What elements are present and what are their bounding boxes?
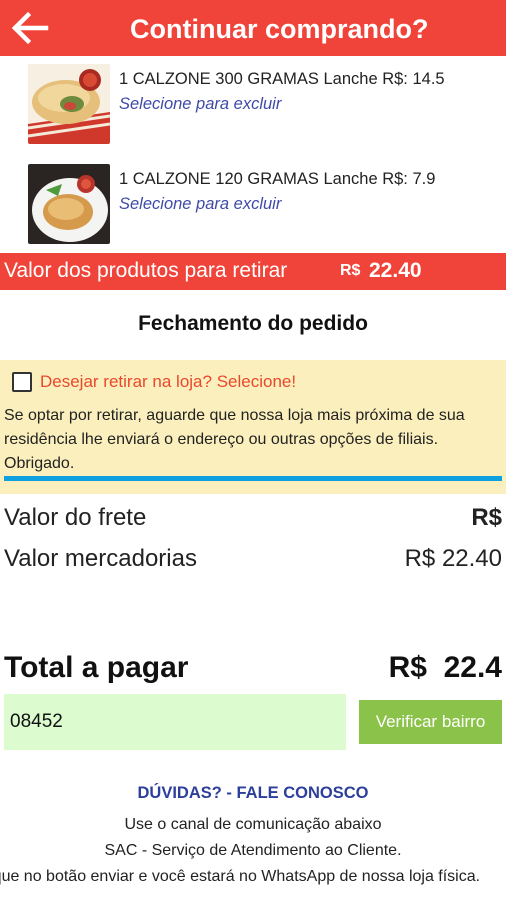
help-line: DÚVIDAS? - FALE CONOSCO xyxy=(0,784,506,808)
arrow-left-icon xyxy=(11,11,49,45)
goods-label: Valor mercadorias xyxy=(4,545,197,572)
remove-item-link[interactable]: Selecione para excluir xyxy=(119,95,281,114)
calzone-120g-photo xyxy=(28,164,110,244)
verify-neighborhood-button[interactable]: Verificar bairro xyxy=(359,700,502,744)
footer: DÚVIDAS? - FALE CONOSCO Use o canal de c… xyxy=(0,784,506,886)
pickup-info-text: Se optar por retirar, aguarde que nossa … xyxy=(4,407,465,472)
products-total-value: 22.40 xyxy=(369,259,422,282)
footer-line-3-wrap: Clique no botão enviar e você estará no … xyxy=(0,868,506,886)
products-total-label: Valor dos produtos para retirar xyxy=(4,259,288,282)
pickup-panel: Desejar retirar na loja? Selecione! Se o… xyxy=(0,360,506,494)
products-total-banner: Valor dos produtos para retirar R$ 22.40 xyxy=(0,253,506,290)
calzone-300g-photo xyxy=(28,64,110,144)
contact-link[interactable]: FALE CONOSCO xyxy=(237,784,369,802)
remove-item-link[interactable]: Selecione para excluir xyxy=(119,195,281,214)
page-title: Continuar comprando? xyxy=(130,14,429,44)
doubts-link[interactable]: DÚVIDAS? xyxy=(137,784,221,802)
checkout-title: Fechamento do pedido xyxy=(138,312,368,335)
pickup-checkbox-label[interactable]: Desejar retirar na loja? Selecione! xyxy=(40,372,296,392)
cep-input[interactable] xyxy=(4,694,346,750)
products-total-currency: R$ xyxy=(340,262,361,279)
footer-line-3: Clique no botão enviar e você estará no … xyxy=(0,868,481,885)
cart-item-description: 1 CALZONE 120 GRAMAS Lanche R$: 7.9 xyxy=(119,170,436,188)
app-header: Continuar comprando? xyxy=(0,0,506,56)
pickup-checkbox[interactable] xyxy=(12,372,32,392)
cart-item[interactable]: 1 CALZONE 120 GRAMAS Lanche R$: 7.9 Sele… xyxy=(0,160,506,246)
shipping-label: Valor do frete xyxy=(4,504,147,531)
cart-item-description: 1 CALZONE 300 GRAMAS Lanche R$: 14.5 xyxy=(119,70,445,88)
footer-line-1: Use o canal de comunicação abaixo xyxy=(124,816,382,833)
total-label: Total a pagar xyxy=(4,651,189,684)
divider xyxy=(4,476,502,481)
goods-value: R$ 22.40 xyxy=(404,545,502,572)
cart-item[interactable]: 1 CALZONE 300 GRAMAS Lanche R$: 14.5 Sel… xyxy=(0,60,506,146)
shipping-value: R$ xyxy=(471,504,502,531)
total-value: R$ 22.4 xyxy=(388,651,502,684)
footer-line-2: SAC - Serviço de Atendimento ao Cliente. xyxy=(104,842,402,859)
help-separator: - xyxy=(221,784,237,802)
back-button[interactable] xyxy=(8,8,52,48)
